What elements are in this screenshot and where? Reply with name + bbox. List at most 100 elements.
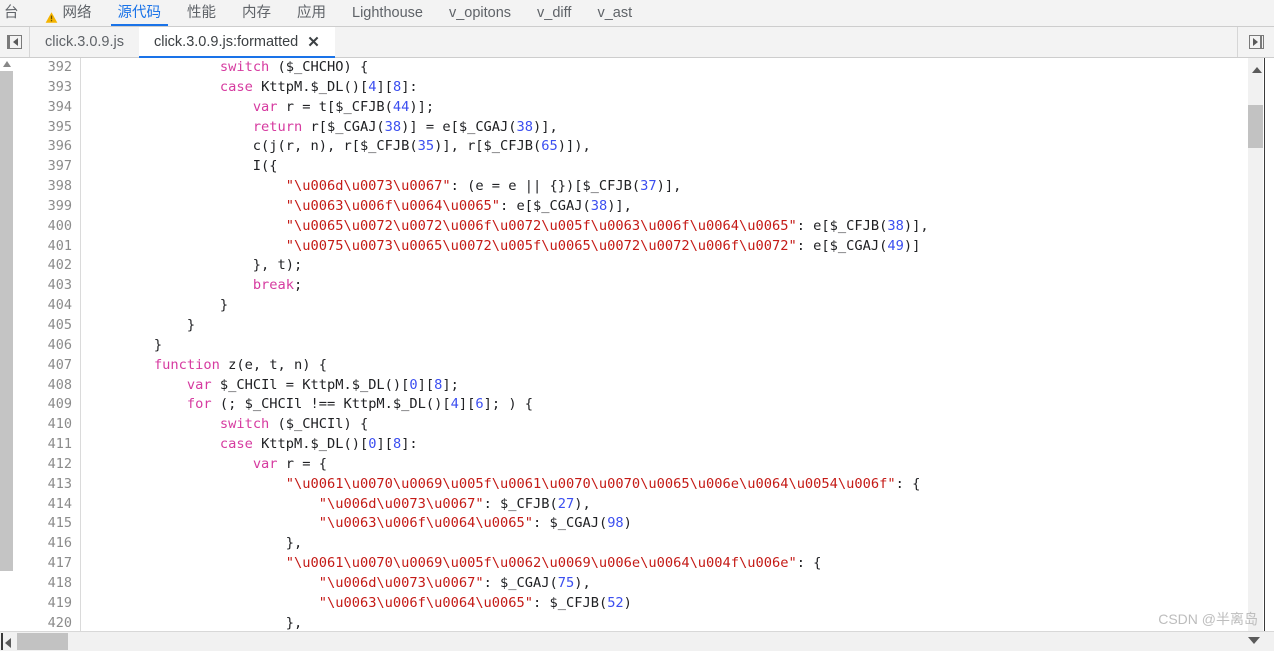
line-number[interactable]: 409: [14, 395, 72, 415]
code-line[interactable]: function z(e, t, n) {: [82, 356, 1236, 376]
code-token-num: 35: [417, 138, 435, 155]
code-line[interactable]: "\u0075\u0073\u0065\u0072\u005f\u0065\u0…: [82, 237, 1236, 257]
line-number[interactable]: 420: [14, 614, 72, 631]
file-tab-1[interactable]: click.3.0.9.js:formatted ✕: [138, 27, 335, 58]
code-line[interactable]: return r[$_CGAJ(38)] = e[$_CGAJ(38)],: [82, 118, 1236, 138]
code-token-pln: }: [88, 297, 229, 314]
left-vertical-scrollbar[interactable]: [0, 58, 15, 631]
devtools-tab-label: 性能: [187, 5, 216, 21]
line-number[interactable]: 397: [14, 157, 72, 177]
code-line[interactable]: var r = t[$_CFJB(44)];: [82, 98, 1236, 118]
line-number[interactable]: 395: [14, 118, 72, 138]
code-line[interactable]: case KttpM.$_DL()[4][8]:: [82, 78, 1236, 98]
code-line[interactable]: },: [82, 534, 1236, 554]
code-line[interactable]: switch ($_CHCHO) {: [82, 58, 1236, 78]
line-number[interactable]: 406: [14, 336, 72, 356]
code-token-pln: KttpM.$_DL()[: [252, 78, 369, 95]
line-number[interactable]: 407: [14, 356, 72, 376]
devtools-tab-台[interactable]: 台: [0, 0, 32, 26]
devtools-tab-v_ast[interactable]: v_ast: [584, 0, 645, 26]
code-line[interactable]: "\u0065\u0072\u0072\u006f\u0072\u005f\u0…: [82, 217, 1236, 237]
left-scrollbar-thumb[interactable]: [0, 71, 13, 571]
code-line[interactable]: }, t);: [82, 256, 1236, 276]
code-token-kw: case: [219, 78, 253, 95]
line-number[interactable]: 411: [14, 435, 72, 455]
line-number[interactable]: 401: [14, 237, 72, 257]
line-number[interactable]: 393: [14, 78, 72, 98]
code-token-pln: )],: [533, 118, 558, 135]
line-number[interactable]: 400: [14, 217, 72, 237]
code-line[interactable]: "\u006d\u0073\u0067": $_CFJB(27),: [82, 495, 1236, 515]
code-token-num: 0: [409, 376, 418, 393]
line-number[interactable]: 405: [14, 316, 72, 336]
code-line[interactable]: "\u006d\u0073\u0067": $_CGAJ(75),: [82, 574, 1236, 594]
code-line[interactable]: var r = {: [82, 455, 1236, 475]
line-number[interactable]: 408: [14, 376, 72, 396]
scroll-down-arrow-icon[interactable]: [1248, 637, 1260, 644]
line-number[interactable]: 394: [14, 98, 72, 118]
code-line[interactable]: var $_CHCIl = KttpM.$_DL()[0][8];: [82, 376, 1236, 396]
line-number[interactable]: 412: [14, 455, 72, 475]
devtools-window: 台 网络 源代码 性能 内存 应用 Lighthouse v_opitons v_diff v_a…: [0, 0, 1274, 651]
line-number[interactable]: 415: [14, 514, 72, 534]
code-line[interactable]: c(j(r, n), r[$_CFJB(35)], r[$_CFJB(65)])…: [82, 137, 1236, 157]
code-line[interactable]: I({: [82, 157, 1236, 177]
devtools-tab-v_diff[interactable]: v_diff: [524, 0, 584, 26]
scroll-up-arrow-icon[interactable]: [1252, 67, 1262, 73]
code-line[interactable]: "\u0063\u006f\u0064\u0065": e[$_CGAJ(38)…: [82, 197, 1236, 217]
code-line[interactable]: case KttpM.$_DL()[0][8]:: [82, 435, 1236, 455]
devtools-tab-Lighthouse[interactable]: Lighthouse: [339, 0, 436, 26]
code-line[interactable]: "\u0061\u0070\u0069\u005f\u0062\u0069\u0…: [82, 554, 1236, 574]
code-line[interactable]: for (; $_CHCIl !== KttpM.$_DL()[4][6]; )…: [82, 395, 1236, 415]
code-content[interactable]: switch ($_CHCHO) { case KttpM.$_DL()[4][…: [82, 58, 1236, 631]
devtools-tab-性能[interactable]: 性能: [174, 0, 229, 26]
line-number[interactable]: 416: [14, 534, 72, 554]
show-navigator-icon: [7, 35, 22, 49]
code-line[interactable]: "\u0061\u0070\u0069\u005f\u0061\u0070\u0…: [82, 475, 1236, 495]
line-number[interactable]: 410: [14, 415, 72, 435]
line-number[interactable]: 399: [14, 197, 72, 217]
line-number[interactable]: 402: [14, 256, 72, 276]
code-line[interactable]: }: [82, 316, 1236, 336]
devtools-tab-v_opitons[interactable]: v_opitons: [436, 0, 524, 26]
line-number[interactable]: 396: [14, 137, 72, 157]
code-token-pln: )],: [607, 197, 632, 214]
close-icon[interactable]: ✕: [307, 35, 320, 50]
code-line[interactable]: "\u0063\u006f\u0064\u0065": $_CFJB(52): [82, 594, 1236, 614]
line-number[interactable]: 414: [14, 495, 72, 515]
line-number[interactable]: 417: [14, 554, 72, 574]
devtools-tab-应用[interactable]: 应用: [284, 0, 339, 26]
code-line[interactable]: }: [82, 296, 1236, 316]
horizontal-scrollbar[interactable]: [0, 631, 1274, 651]
show-navigator-button[interactable]: [0, 27, 30, 57]
line-number[interactable]: 404: [14, 296, 72, 316]
line-number[interactable]: 398: [14, 177, 72, 197]
line-number[interactable]: 413: [14, 475, 72, 495]
code-token-pln: )]: [903, 237, 921, 254]
right-scrollbar-thumb[interactable]: [1248, 105, 1263, 148]
line-number[interactable]: 403: [14, 276, 72, 296]
code-line[interactable]: },: [82, 614, 1236, 631]
devtools-tab-内存[interactable]: 内存: [229, 0, 284, 26]
line-number[interactable]: 418: [14, 574, 72, 594]
line-number[interactable]: 419: [14, 594, 72, 614]
code-line[interactable]: break;: [82, 276, 1236, 296]
code-token-pln: [88, 456, 253, 472]
horizontal-scrollbar-thumb[interactable]: [17, 633, 68, 650]
code-line[interactable]: "\u0063\u006f\u0064\u0065": $_CGAJ(98): [82, 514, 1236, 534]
code-token-kw: switch: [219, 59, 270, 75]
devtools-tab-网络[interactable]: 网络: [32, 0, 105, 26]
line-number[interactable]: 392: [14, 58, 72, 78]
show-debugger-button[interactable]: [1237, 27, 1274, 57]
code-line[interactable]: "\u006d\u0073\u0067": (e = e || {})[$_CF…: [82, 177, 1236, 197]
code-line[interactable]: }: [82, 336, 1236, 356]
scroll-left-arrow-icon[interactable]: [5, 638, 11, 648]
file-tab-0[interactable]: click.3.0.9.js: [30, 27, 139, 57]
code-token-pln: ]; ) {: [483, 396, 534, 413]
code-token-kw: var: [252, 455, 278, 472]
code-token-pln: [88, 357, 154, 373]
scroll-up-arrow-icon[interactable]: [3, 61, 11, 67]
code-line[interactable]: switch ($_CHCIl) {: [82, 415, 1236, 435]
devtools-tab-源代码[interactable]: 源代码: [105, 0, 175, 26]
right-vertical-scrollbar[interactable]: [1236, 58, 1274, 631]
